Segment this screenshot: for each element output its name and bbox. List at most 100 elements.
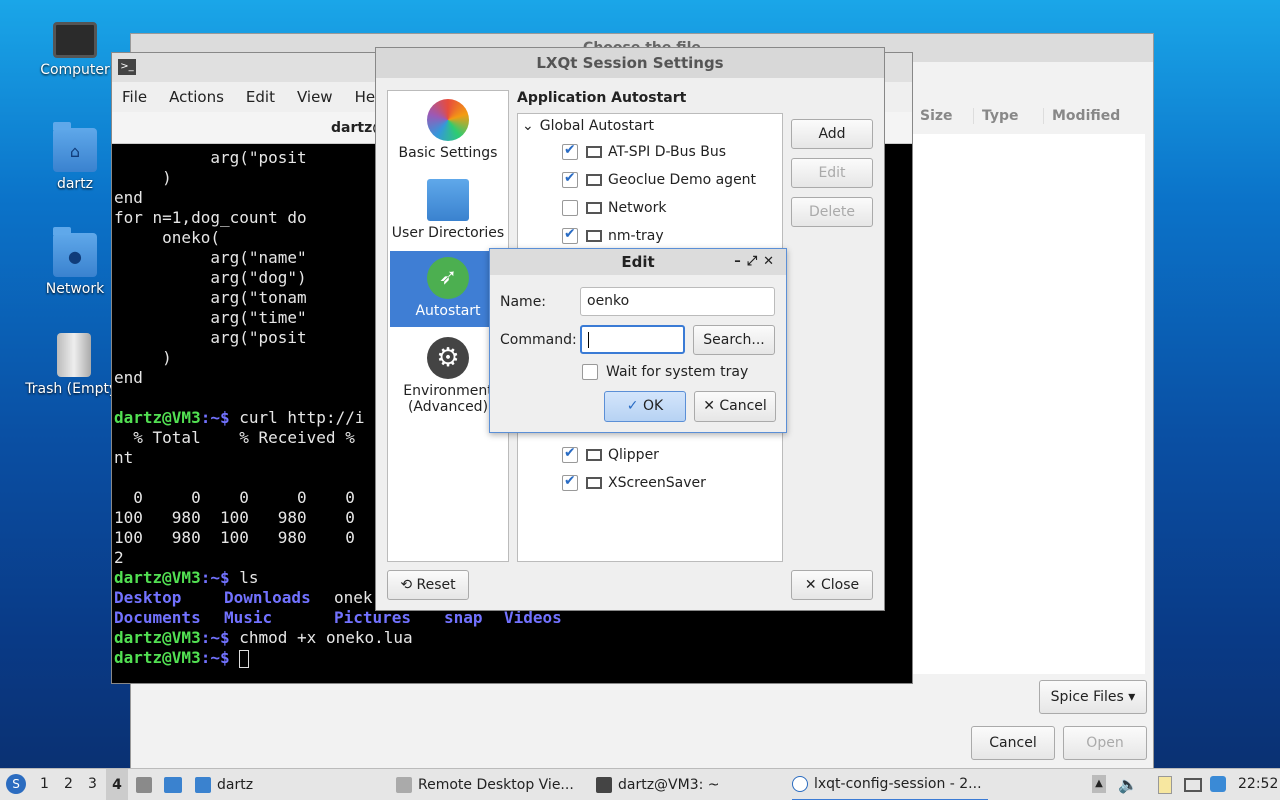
- task-label: Remote Desktop Vie...: [418, 777, 574, 793]
- session-settings-title[interactable]: LXQt Session Settings: [376, 48, 884, 78]
- search-button[interactable]: Search...: [693, 325, 775, 355]
- desktop-switch-2[interactable]: 2: [64, 776, 73, 792]
- autostart-checkbox[interactable]: [562, 445, 578, 463]
- tree-item-label: Network: [608, 200, 667, 216]
- close-button[interactable]: ✕ Close: [791, 570, 873, 600]
- network-tray-icon[interactable]: [1184, 778, 1202, 792]
- folder-icon: [427, 179, 469, 221]
- sidebar-item-basic-settings[interactable]: Basic Settings: [390, 93, 506, 171]
- maximize-icon[interactable]: ⤢: [747, 254, 763, 269]
- tree-item-label: XScreenSaver: [608, 475, 706, 491]
- monitor-icon: [586, 230, 602, 242]
- clock[interactable]: 22:52: [1238, 776, 1278, 792]
- terminal-icon: [596, 777, 612, 793]
- tray-arrow-icon[interactable]: ▲: [1092, 775, 1106, 793]
- start-menu-icon[interactable]: S: [6, 774, 26, 794]
- quick-folder-dartz[interactable]: dartz: [195, 769, 253, 800]
- open-button[interactable]: Open: [1063, 726, 1147, 760]
- window-controls: –⤢✕: [734, 249, 780, 275]
- task-lxqt-config-session[interactable]: lxqt-config-session - 2...: [792, 769, 988, 800]
- tree-item-label: nm-tray: [608, 228, 664, 244]
- chevron-down-icon: ⌄: [522, 118, 534, 134]
- sidebar-item-user-directories[interactable]: User Directories: [390, 173, 506, 251]
- monitor-icon: [586, 449, 602, 461]
- quick-folder-label: dartz: [217, 777, 254, 793]
- desktop-icon-network[interactable]: ● Network: [30, 227, 120, 297]
- column-header-modified[interactable]: Modified: [1043, 108, 1143, 124]
- command-field[interactable]: [580, 325, 685, 354]
- sidebar-item-label: User Directories: [391, 225, 505, 241]
- monitor-icon: [586, 146, 602, 158]
- delete-button[interactable]: Delete: [791, 197, 873, 227]
- file-list[interactable]: [913, 134, 1145, 674]
- desktop-icon-label: Computer: [40, 62, 110, 78]
- column-header-size[interactable]: Size: [911, 108, 973, 124]
- tree-item[interactable]: XScreenSaver: [562, 471, 706, 495]
- autostart-checkbox[interactable]: [562, 226, 578, 244]
- tree-item[interactable]: AT-SPI D-Bus Bus: [562, 140, 726, 164]
- close-label: Close: [821, 577, 860, 593]
- folder-icon: [195, 777, 211, 793]
- file-manager-icon[interactable]: [136, 777, 152, 793]
- terminal-line: Documents Music Pictures snap Videos: [114, 608, 562, 627]
- flower-icon: [427, 99, 469, 141]
- autostart-checkbox[interactable]: [562, 142, 578, 160]
- desktop-switch-1[interactable]: 1: [40, 776, 49, 792]
- task-label: lxqt-config-session - 2...: [814, 776, 982, 792]
- add-button[interactable]: Add: [791, 119, 873, 149]
- wait-tray-checkbox[interactable]: [582, 364, 598, 380]
- close-icon[interactable]: ✕: [763, 254, 780, 269]
- section-title: Application Autostart: [517, 90, 687, 106]
- reset-button[interactable]: ⟲ Reset: [387, 570, 469, 600]
- check-icon: ✓: [626, 398, 639, 414]
- wait-tray-label: Wait for system tray: [606, 364, 749, 380]
- tree-item[interactable]: Qlipper: [562, 443, 659, 467]
- wait-tray-option[interactable]: Wait for system tray: [582, 364, 748, 380]
- tree-root[interactable]: ⌄ Global Autostart: [522, 114, 654, 138]
- desktop-switch-3[interactable]: 3: [88, 776, 97, 792]
- cancel-button[interactable]: Cancel: [971, 726, 1055, 760]
- text-caret: [588, 332, 589, 348]
- tree-item[interactable]: Network: [562, 196, 666, 220]
- minimize-icon[interactable]: –: [734, 254, 747, 269]
- column-header-type[interactable]: Type: [973, 108, 1043, 124]
- ok-label: OK: [642, 398, 664, 414]
- edit-button[interactable]: Edit: [791, 158, 873, 188]
- file-filter-label: Spice Files: [1050, 689, 1124, 705]
- menu-actions[interactable]: Actions: [169, 88, 224, 106]
- file-filter-dropdown[interactable]: Spice Files ▾: [1039, 680, 1147, 714]
- task-terminal[interactable]: dartz@VM3: ~: [596, 769, 720, 800]
- task-remote-desktop[interactable]: Remote Desktop Vie...: [396, 769, 574, 800]
- tree-root-label: Global Autostart: [539, 118, 654, 134]
- desktop-icon-home[interactable]: ⌂ dartz: [30, 122, 120, 192]
- update-icon[interactable]: [1210, 776, 1226, 792]
- tree-item[interactable]: Geoclue Demo agent: [562, 168, 756, 192]
- show-desktop-icon[interactable]: [164, 777, 182, 793]
- volume-icon[interactable]: 🔈: [1118, 775, 1138, 794]
- terminal-line: dartz@VM3:~$: [114, 648, 912, 668]
- autostart-checkbox[interactable]: [562, 170, 578, 188]
- sidebar-item-label: Basic Settings: [398, 145, 498, 161]
- terminal-icon: >_: [118, 59, 136, 75]
- menu-file[interactable]: File: [122, 88, 147, 106]
- menu-view[interactable]: View: [297, 88, 333, 106]
- monitor-icon: [586, 202, 602, 214]
- menu-edit[interactable]: Edit: [246, 88, 275, 106]
- name-label: Name:: [500, 294, 547, 310]
- ok-button[interactable]: ✓ OK: [604, 391, 686, 422]
- taskbar: S 1 2 3 4 dartz Remote Desktop Vie... da…: [0, 768, 1280, 800]
- autostart-checkbox[interactable]: [562, 473, 578, 491]
- desktop-icon-computer[interactable]: Computer: [30, 18, 120, 78]
- autostart-checkbox[interactable]: [562, 200, 578, 216]
- desktop-switch-4[interactable]: 4: [106, 769, 128, 800]
- cancel-button[interactable]: ✕ Cancel: [694, 391, 776, 422]
- edit-dialog: Edit –⤢✕ Name: oenko Command: Search... …: [489, 248, 787, 433]
- chevron-down-icon: ▾: [1128, 689, 1136, 705]
- clipboard-icon[interactable]: [1158, 776, 1172, 794]
- desktop-icon-trash[interactable]: Trash (Empty): [24, 333, 124, 397]
- tree-item[interactable]: nm-tray: [562, 224, 664, 248]
- name-field[interactable]: oenko: [580, 287, 775, 316]
- desktop-icon-label: Network: [45, 281, 105, 297]
- edit-dialog-titlebar[interactable]: Edit –⤢✕: [490, 249, 786, 275]
- trash-icon: [57, 333, 91, 377]
